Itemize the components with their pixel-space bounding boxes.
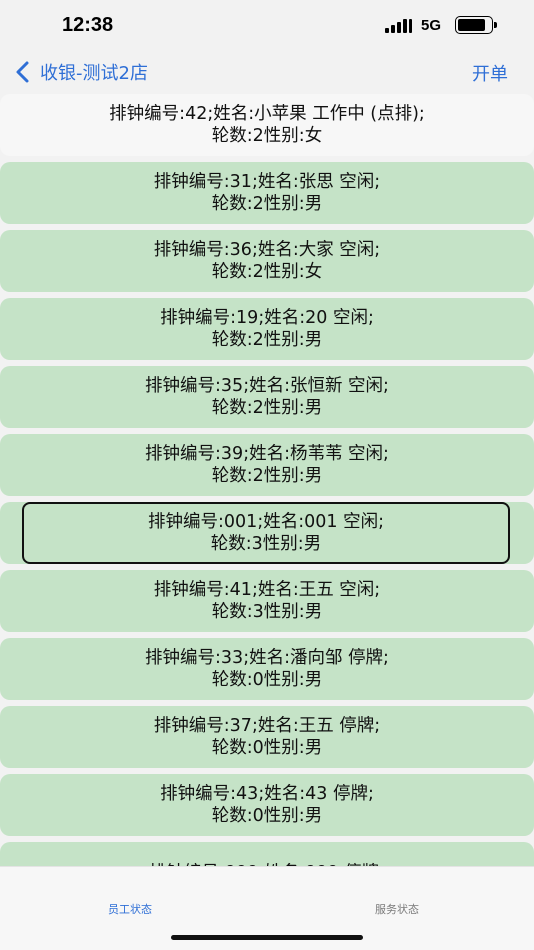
staff-card-detail: 轮数:0性别:男 <box>211 738 323 758</box>
staff-card-detail: 轮数:2性别:男 <box>211 330 323 350</box>
staff-card-title: 排钟编号:33;姓名:潘向邹 停牌; <box>145 648 389 668</box>
back-button[interactable]: 收银-测试2店 <box>14 58 148 86</box>
staff-card[interactable]: 排钟编号:43;姓名:43 停牌; 轮数:0性别:男 <box>0 774 534 836</box>
staff-card-title: 排钟编号:41;姓名:王五 空闲; <box>153 580 381 600</box>
staff-card-title: 排钟编号:35;姓名:张恒新 空闲; <box>145 376 389 396</box>
staff-card-detail: 轮数:3性别:男 <box>211 602 323 622</box>
battery-icon <box>455 16 497 34</box>
battery-level <box>458 19 486 31</box>
staff-card[interactable]: 排钟编号:001;姓名:001 空闲; 轮数:3性别:男 <box>22 502 510 564</box>
staff-card[interactable]: 排钟编号:39;姓名:杨苇苇 空闲; 轮数:2性别:男 <box>0 434 534 496</box>
staff-card-title: 排钟编号:37;姓名:王五 停牌; <box>153 716 381 736</box>
home-indicator <box>171 935 363 940</box>
staff-card[interactable]: 排钟编号:33;姓名:潘向邹 停牌; 轮数:0性别:男 <box>0 638 534 700</box>
staff-card[interactable]: 排钟编号:42;姓名:小苹果 工作中 (点排); 轮数:2性别:女 <box>0 94 534 156</box>
status-time: 12:38 <box>62 14 114 36</box>
staff-card[interactable]: 排钟编号:31;姓名:张思 空闲; 轮数:2性别:男 <box>0 162 534 224</box>
chevron-left-icon <box>16 61 29 83</box>
tab-service-status[interactable]: 服务状态 <box>375 901 419 917</box>
staff-card[interactable]: 排钟编号:999;姓名:999 停牌; <box>0 842 534 866</box>
staff-card-title: 排钟编号:36;姓名:大家 空闲; <box>153 240 381 260</box>
staff-card-detail: 轮数:0性别:男 <box>211 806 323 826</box>
nav-title: 收银-测试2店 <box>40 63 148 84</box>
tab-staff-status[interactable]: 员工状态 <box>108 901 152 917</box>
cellular-signal-icon <box>385 19 413 33</box>
staff-card[interactable]: 排钟编号:37;姓名:王五 停牌; 轮数:0性别:男 <box>0 706 534 768</box>
staff-card-detail: 轮数:2性别:男 <box>211 194 323 214</box>
network-label: 5G <box>421 17 442 34</box>
staff-card-detail: 轮数:3性别:男 <box>210 534 322 554</box>
staff-list[interactable]: 排钟编号:42;姓名:小苹果 工作中 (点排); 轮数:2性别:女 排钟编号:31;… <box>0 94 534 866</box>
staff-card-detail: 轮数:0性别:男 <box>211 670 323 690</box>
staff-card-title: 排钟编号:43;姓名:43 停牌; <box>160 784 374 804</box>
staff-card-title: 排钟编号:42;姓名:小苹果 工作中 (点排); <box>109 104 425 124</box>
staff-card-detail: 轮数:2性别:女 <box>211 262 323 282</box>
staff-card[interactable]: 排钟编号:35;姓名:张恒新 空闲; 轮数:2性别:男 <box>0 366 534 428</box>
staff-card-title: 排钟编号:19;姓名:20 空闲; <box>160 308 374 328</box>
nav-bar: 收银-测试2店 开单 <box>0 50 534 92</box>
staff-card[interactable]: 排钟编号:36;姓名:大家 空闲; 轮数:2性别:女 <box>0 230 534 292</box>
staff-card-title: 排钟编号:39;姓名:杨苇苇 空闲; <box>145 444 389 464</box>
status-bar: 12:38 5G <box>0 0 534 50</box>
staff-card-detail: 轮数:2性别:男 <box>211 466 323 486</box>
staff-card-detail: 轮数:2性别:男 <box>211 398 323 418</box>
staff-card-title: 排钟编号:001;姓名:001 空闲; <box>148 512 384 532</box>
staff-card-title: 排钟编号:31;姓名:张思 空闲; <box>153 172 381 192</box>
staff-card-detail: 轮数:2性别:女 <box>211 126 323 146</box>
staff-card[interactable]: 排钟编号:41;姓名:王五 空闲; 轮数:3性别:男 <box>0 570 534 632</box>
staff-card[interactable]: 排钟编号:19;姓名:20 空闲; 轮数:2性别:男 <box>0 298 534 360</box>
open-order-button[interactable]: 开单 <box>472 60 508 86</box>
